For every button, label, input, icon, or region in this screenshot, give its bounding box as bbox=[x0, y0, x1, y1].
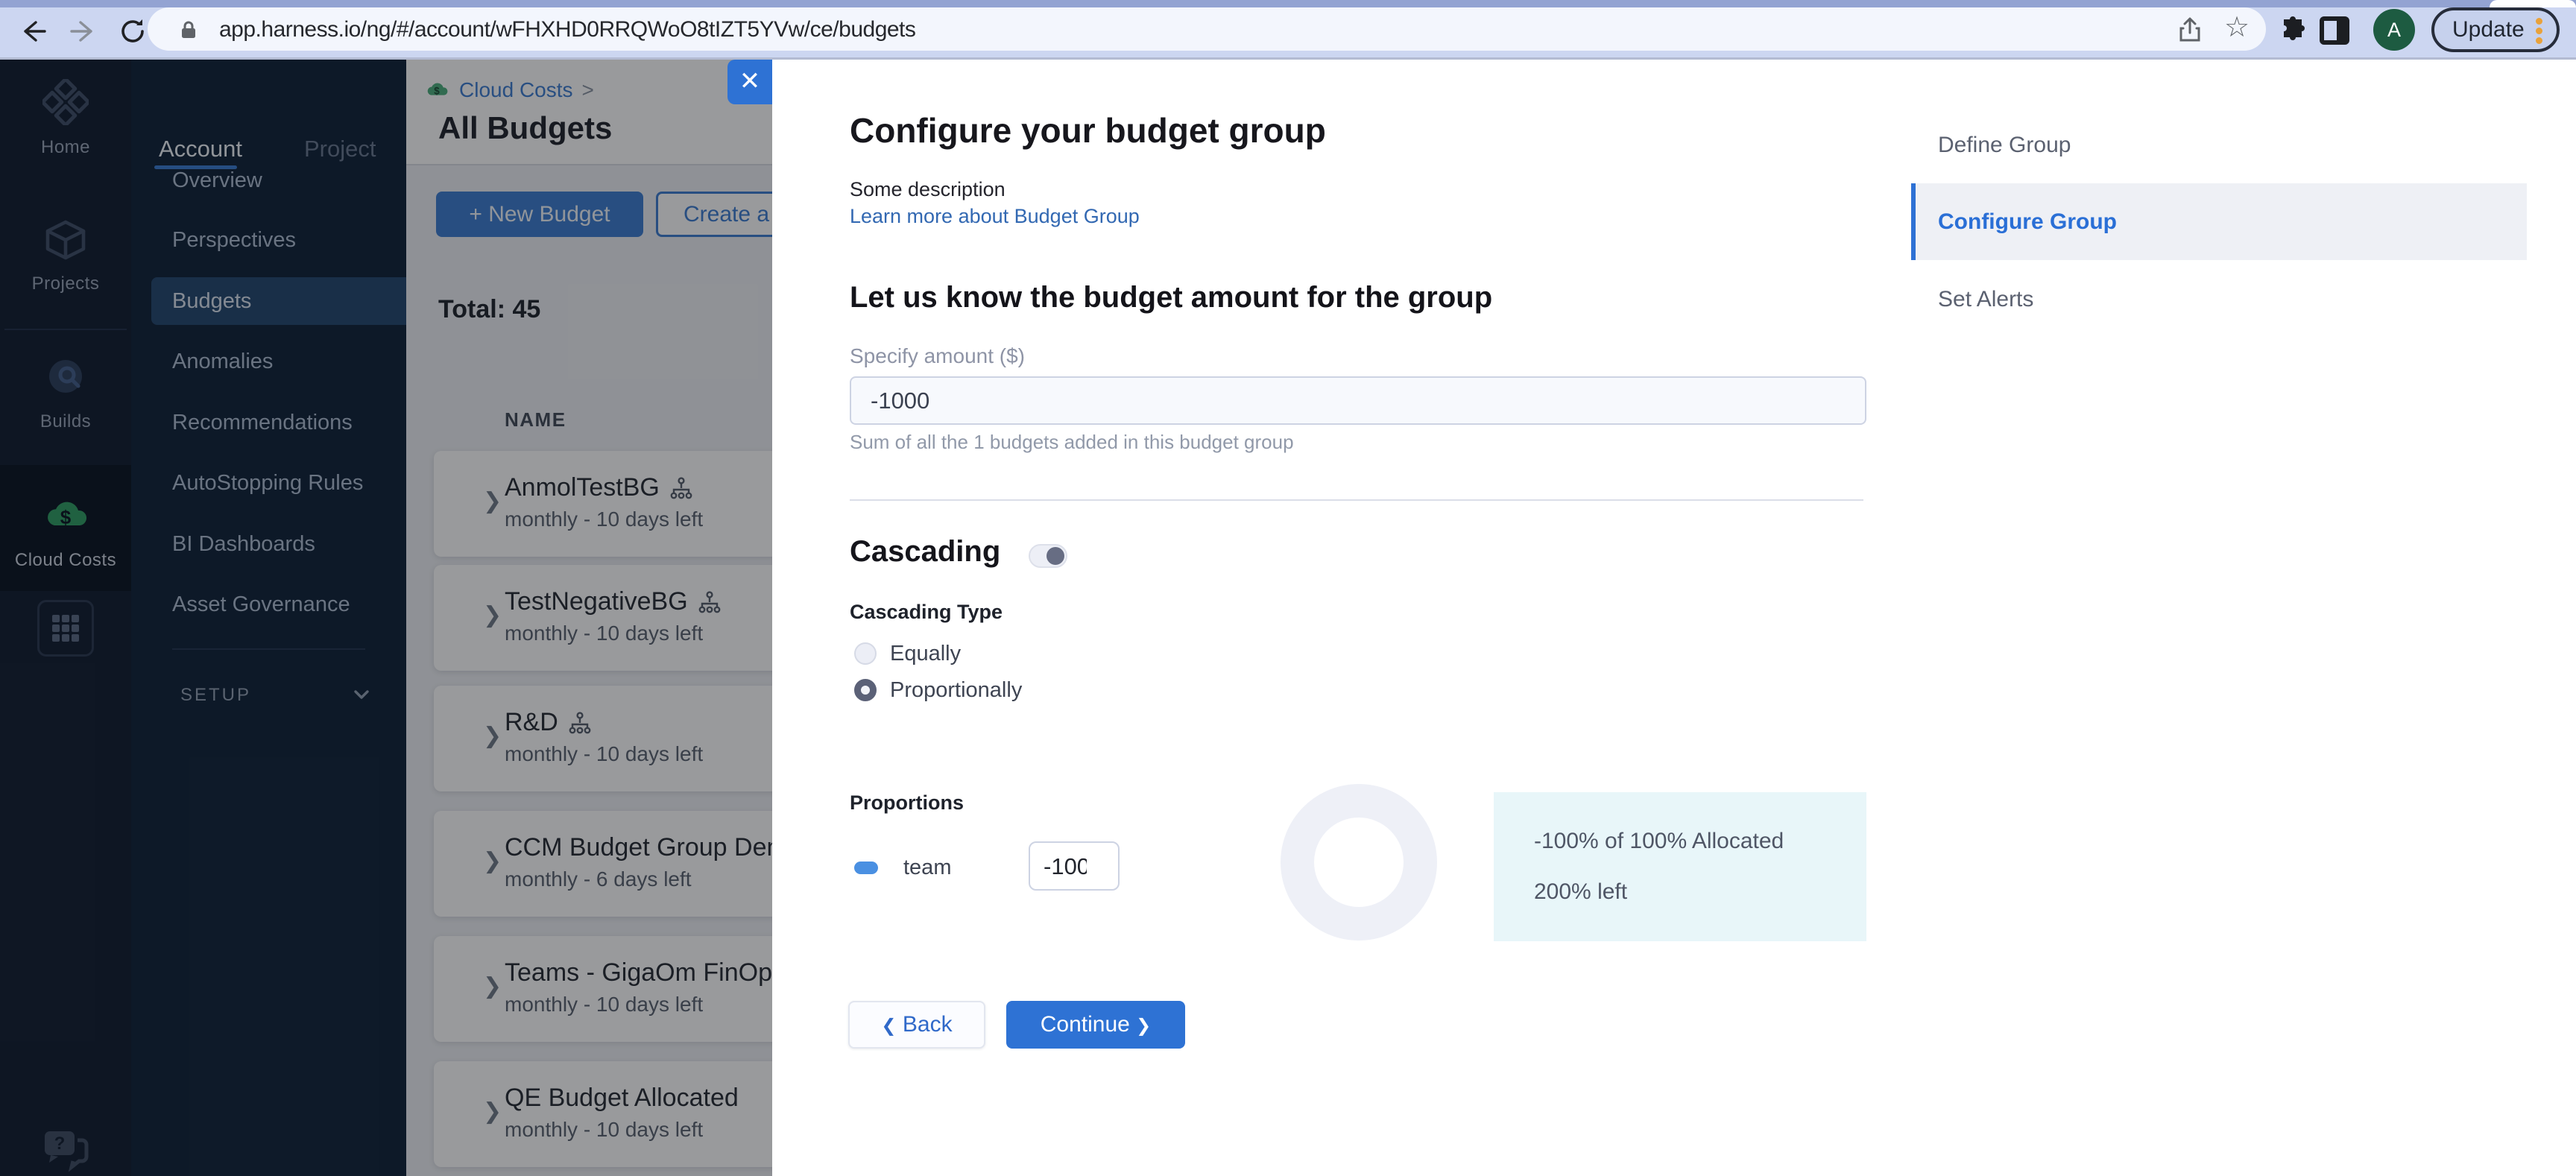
screen: app.harness.io/ng/#/account/wFHXHD0RRQWo… bbox=[0, 0, 2576, 1176]
proportion-budget-name: team bbox=[903, 855, 952, 879]
lock-icon bbox=[177, 19, 200, 41]
proportion-row-team: team bbox=[854, 854, 951, 881]
radio-label: Proportionally bbox=[890, 677, 1023, 702]
left-text: 200% left bbox=[1534, 879, 1628, 904]
cascading-toggle[interactable] bbox=[1029, 544, 1067, 568]
radio-label: Equally bbox=[890, 641, 962, 666]
browser-forward-icon[interactable] bbox=[69, 16, 98, 46]
amount-input[interactable]: -1000 bbox=[850, 376, 1866, 425]
section-divider bbox=[850, 499, 1863, 501]
browser-update-button[interactable]: Update bbox=[2431, 7, 2560, 52]
amount-label: Specify amount ($) bbox=[850, 344, 1025, 367]
step-define-group[interactable]: Define Group bbox=[1938, 133, 2071, 158]
chevron-left-icon: ❮ bbox=[881, 1016, 897, 1036]
extensions-puzzle-icon[interactable] bbox=[2278, 15, 2308, 45]
toggle-knob bbox=[1046, 547, 1064, 565]
modal-title: Configure your budget group bbox=[850, 111, 1326, 150]
step-set-alerts[interactable]: Set Alerts bbox=[1938, 287, 2033, 312]
cascading-type-label: Cascading Type bbox=[850, 601, 1003, 623]
modal-description: Some description bbox=[850, 178, 1006, 200]
allocated-text: -100% of 100% Allocated bbox=[1534, 829, 1784, 853]
learn-more-link[interactable]: Learn more about Budget Group bbox=[850, 205, 1140, 228]
team-proportion-input[interactable]: -100 bbox=[1029, 841, 1120, 891]
amount-section-heading: Let us know the budget amount for the gr… bbox=[850, 281, 1493, 314]
back-button[interactable]: ❮ Back bbox=[848, 1001, 985, 1049]
radio-option-equally[interactable]: Equally bbox=[854, 641, 961, 666]
radio-icon-selected[interactable] bbox=[854, 679, 877, 701]
chevron-right-icon: ❯ bbox=[1136, 1016, 1152, 1036]
close-icon[interactable]: ✕ bbox=[727, 60, 772, 104]
url-text[interactable]: app.harness.io/ng/#/account/wFHXHD0RRQWo… bbox=[219, 10, 916, 50]
allocation-donut-chart bbox=[1281, 784, 1437, 941]
active-tab-edge bbox=[2490, 0, 2576, 7]
update-label: Update bbox=[2452, 17, 2525, 42]
continue-button[interactable]: Continue ❯ bbox=[1006, 1001, 1185, 1049]
radio-icon[interactable] bbox=[854, 642, 877, 665]
browser-avatar[interactable]: A bbox=[2373, 9, 2415, 51]
browser-tab-strip bbox=[0, 0, 2576, 7]
amount-helper-text: Sum of all the 1 budgets added in this b… bbox=[850, 431, 1294, 453]
proportions-label: Proportions bbox=[850, 791, 964, 814]
proportion-value: -100 bbox=[1044, 853, 1087, 879]
kebab-menu-icon[interactable] bbox=[2536, 18, 2543, 44]
radio-option-proportionally[interactable]: Proportionally bbox=[854, 677, 1022, 703]
browser-refresh-icon[interactable] bbox=[118, 16, 148, 46]
bookmark-star-icon[interactable]: ☆ bbox=[2224, 10, 2250, 44]
cascading-heading: Cascading bbox=[850, 535, 1001, 568]
side-panel-icon[interactable] bbox=[2320, 16, 2349, 45]
step-configure-group[interactable]: Configure Group bbox=[1938, 209, 2117, 235]
share-icon[interactable] bbox=[2176, 16, 2203, 43]
team-color-swatch bbox=[854, 861, 878, 874]
configure-budget-group-modal: ✕ Configure your budget group Some descr… bbox=[727, 60, 2576, 1176]
allocation-info-box: -100% of 100% Allocated 200% left bbox=[1494, 792, 1866, 941]
browser-back-icon[interactable] bbox=[18, 16, 48, 46]
back-label: Back bbox=[902, 1012, 953, 1037]
continue-label: Continue bbox=[1040, 1012, 1130, 1037]
